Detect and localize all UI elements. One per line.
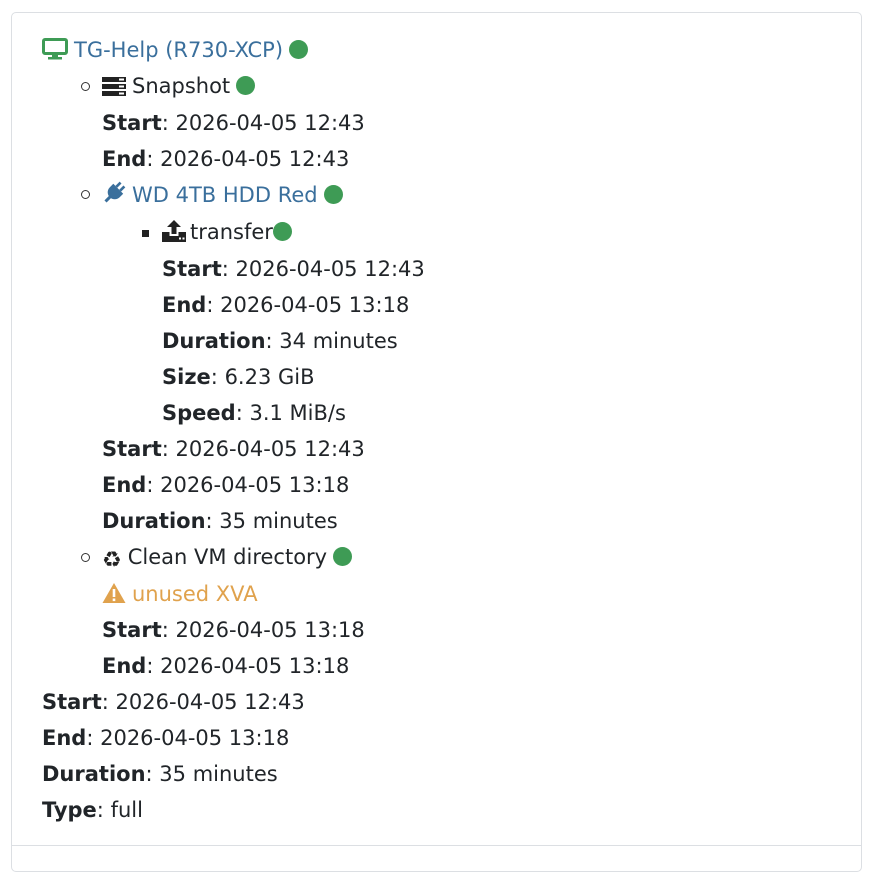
list-bullet (142, 230, 149, 237)
subtask-title: transfer (190, 220, 273, 244)
warning-row: unused XVA (102, 576, 258, 612)
subtask-speed: Speed: 3.1 MiB/s (162, 401, 346, 425)
list-bullet (81, 82, 90, 91)
list-bullet (81, 190, 90, 199)
upload-icon (162, 217, 186, 253)
subtask-transfer: transfer (162, 214, 292, 250)
task-title: Snapshot (132, 74, 231, 98)
remote-link[interactable]: WD 4TB HDD Red (132, 183, 318, 207)
task-duration: Duration: 35 minutes (102, 509, 338, 533)
vm-start: Start: 2026-04-05 12:43 (42, 690, 305, 714)
task-start: Start: 2026-04-05 13:18 (102, 618, 365, 642)
task-end: End: 2026-04-05 12:43 (102, 147, 350, 171)
task-start: Start: 2026-04-05 12:43 (102, 437, 365, 461)
plug-icon (102, 180, 126, 216)
task-remote: WD 4TB HDD Red (102, 177, 343, 213)
task-end: End: 2026-04-05 13:18 (102, 654, 350, 678)
status-dot (289, 40, 309, 59)
vm-type: Type: full (42, 798, 143, 822)
status-dot (323, 185, 343, 204)
vm-duration: Duration: 35 minutes (42, 762, 278, 786)
desktop-icon (42, 35, 68, 71)
recycle-icon: ♻ (102, 548, 122, 573)
divider (11, 845, 862, 846)
task-snapshot: Snapshot (102, 68, 256, 107)
task-title: Clean VM directory (127, 545, 328, 569)
server-icon (102, 71, 126, 107)
task-clean: ♻ Clean VM directory (102, 539, 353, 575)
status-dot (333, 547, 353, 566)
list-bullet (81, 553, 90, 562)
task-start: Start: 2026-04-05 12:43 (102, 111, 365, 135)
status-dot (272, 222, 292, 241)
status-dot (236, 76, 256, 95)
subtask-start: Start: 2026-04-05 12:43 (162, 257, 425, 281)
warning-text: unused XVA (132, 582, 258, 606)
subtask-duration: Duration: 34 minutes (162, 329, 398, 353)
task-end: End: 2026-04-05 13:18 (102, 473, 350, 497)
subtask-size: Size: 6.23 GiB (162, 365, 315, 389)
vm-row: TG-Help (R730-XCP) (42, 32, 309, 71)
vm-name-link[interactable]: TG-Help (R730-XCP) (74, 38, 283, 62)
vm-end: End: 2026-04-05 13:18 (42, 726, 290, 750)
subtask-end: End: 2026-04-05 13:18 (162, 293, 410, 317)
warning-icon (102, 579, 126, 615)
